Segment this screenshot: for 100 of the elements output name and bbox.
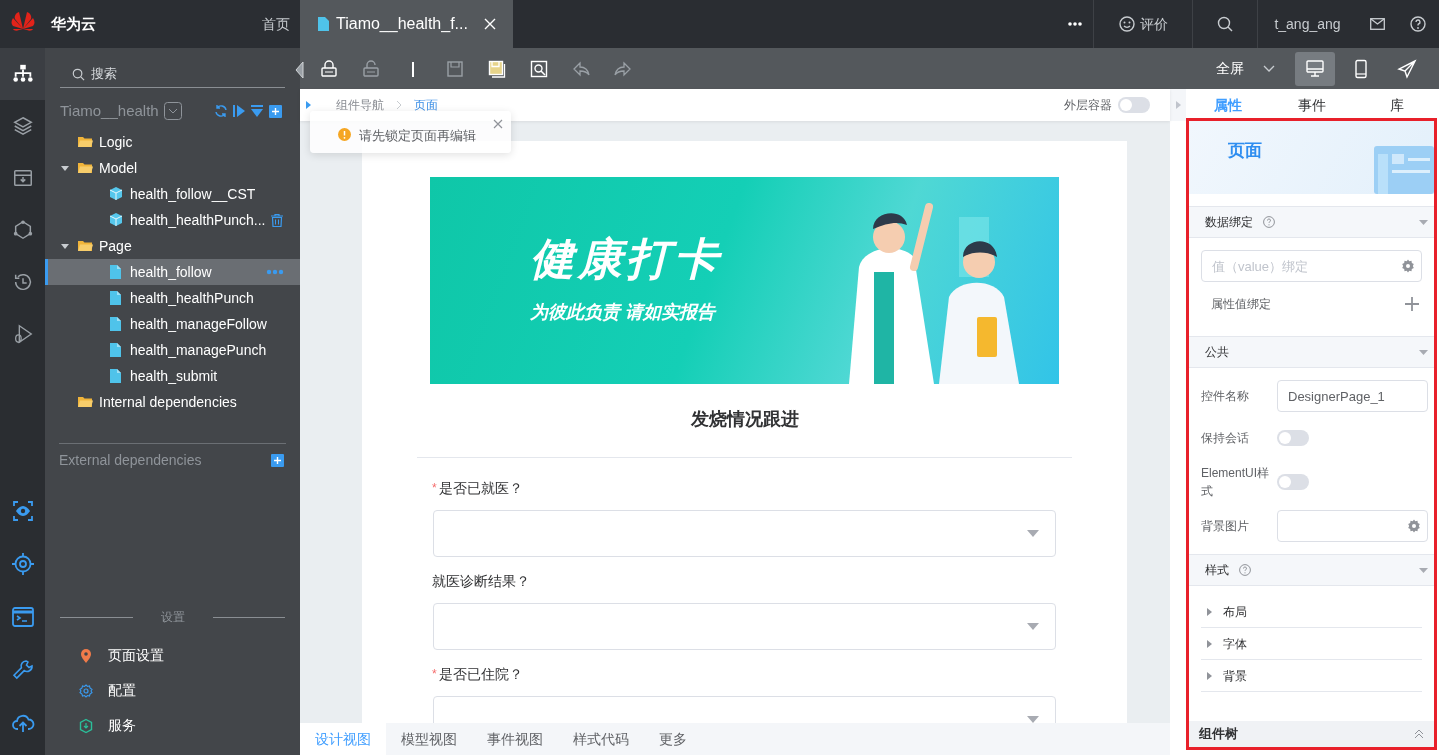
sitemap-icon	[11, 63, 34, 85]
target-icon	[10, 551, 35, 576]
view-tab[interactable]: 事件视图	[472, 723, 558, 755]
toggle-switch[interactable]	[1277, 474, 1309, 490]
settings-icon[interactable]	[1407, 519, 1421, 533]
zoom-dropdown[interactable]: 全屏	[1216, 58, 1275, 79]
smiley-icon	[1118, 16, 1135, 32]
breadcrumb-item[interactable]: 组件导航	[336, 96, 384, 114]
settings-icon	[79, 682, 93, 699]
section-header[interactable]: 样式	[1189, 554, 1434, 586]
collapsible-group[interactable]: 字体	[1201, 628, 1422, 660]
more-icon[interactable]	[1068, 22, 1082, 26]
section-header[interactable]: 公共	[1189, 336, 1434, 368]
preview-icon[interactable]	[530, 59, 548, 78]
caret-right-icon[interactable]	[306, 101, 312, 109]
trash-icon[interactable]	[271, 213, 283, 227]
collapsible-group[interactable]: 背景	[1201, 660, 1422, 692]
mail-icon[interactable]	[1369, 18, 1385, 30]
tree-item[interactable]: Model	[45, 155, 300, 181]
component-tree-header[interactable]: 组件树	[1189, 721, 1434, 747]
required-asterisk: *	[432, 666, 437, 683]
collapsible-group[interactable]: 布局	[1201, 596, 1422, 628]
caret-right-icon	[1207, 607, 1212, 616]
breadcrumb-item[interactable]: 页面	[414, 96, 438, 114]
add-icon[interactable]	[269, 104, 282, 118]
tree-item[interactable]: Internal dependencies	[45, 389, 300, 415]
double-chevron-up-icon	[1414, 729, 1424, 739]
user-name-link[interactable]: t_ang_ang	[1274, 13, 1341, 35]
select-field[interactable]	[433, 510, 1056, 557]
caret-right-icon	[1207, 639, 1212, 648]
cube-icon	[108, 186, 124, 202]
view-tab[interactable]: 更多	[644, 723, 702, 755]
tree-item[interactable]: health_follow	[45, 259, 300, 285]
paper-plane-icon	[1397, 58, 1417, 79]
eye-icon	[10, 498, 35, 523]
chevron-right-icon	[396, 100, 402, 110]
caret-down-icon[interactable]	[61, 164, 69, 172]
settings-link[interactable]: 页面设置	[79, 638, 300, 673]
folder-icon	[77, 160, 93, 176]
text-input[interactable]: DesignerPage_1	[1277, 380, 1428, 412]
component-type-title: 页面	[1228, 139, 1262, 162]
external-dependencies-label: External dependencies	[59, 451, 202, 470]
tree-item[interactable]: health_healthPunch	[45, 285, 300, 311]
home-link[interactable]: 首页	[262, 13, 290, 35]
dropdown-icon[interactable]	[163, 102, 182, 120]
value-binding-field[interactable]: 值（value）绑定	[1201, 250, 1422, 282]
location-pin-icon	[79, 647, 93, 664]
property-label: 控件名称	[1201, 388, 1250, 405]
document-icon	[108, 342, 124, 358]
document-icon	[108, 290, 124, 306]
tree-item[interactable]: Page	[45, 233, 300, 259]
brand-name: 华为云	[51, 13, 96, 34]
monitor-icon	[1305, 58, 1325, 79]
banner-subtitle: 为彼此负责 请如实报告	[530, 301, 718, 325]
play-icon[interactable]	[232, 104, 246, 118]
caret-right-icon	[1207, 671, 1212, 680]
settings-link[interactable]: 服务	[79, 708, 300, 743]
panel-tab[interactable]: 库	[1354, 94, 1439, 116]
tree-item[interactable]: health_healthPunch...	[45, 207, 300, 233]
caret-down-icon[interactable]	[61, 242, 69, 250]
collapse-all-icon[interactable]	[250, 104, 264, 118]
editor-tab[interactable]: Tiamo__health_f...	[300, 0, 513, 48]
caret-down-icon	[1419, 219, 1428, 225]
view-tab[interactable]: 模型视图	[386, 723, 472, 755]
help-icon[interactable]	[1410, 16, 1426, 32]
warning-icon	[338, 128, 351, 141]
help-icon	[1263, 216, 1275, 228]
folder-icon	[77, 134, 93, 150]
toggle-switch[interactable]	[1277, 430, 1309, 446]
view-tab[interactable]: 样式代码	[558, 723, 644, 755]
required-asterisk: *	[432, 480, 437, 497]
settings-icon[interactable]	[1401, 259, 1415, 273]
search-icon	[1217, 16, 1233, 32]
lock-icon[interactable]	[320, 59, 338, 78]
caret-down-icon	[1027, 530, 1039, 537]
search-field[interactable]: 搜索	[60, 60, 285, 88]
image-picker-field[interactable]	[1277, 510, 1428, 542]
folder-icon	[77, 238, 93, 254]
document-icon	[108, 368, 124, 384]
section-header[interactable]: 数据绑定	[1189, 206, 1434, 238]
refresh-icon[interactable]	[214, 104, 228, 118]
outer-container-switch[interactable]	[1118, 97, 1150, 113]
property-label: 保持会话	[1201, 430, 1250, 447]
help-icon	[1239, 564, 1251, 576]
close-icon[interactable]	[493, 119, 503, 129]
attribute-binding-label: 属性值绑定	[1211, 296, 1271, 313]
select-field[interactable]	[433, 603, 1056, 650]
tree-item[interactable]: Logic	[45, 129, 300, 155]
tree-item[interactable]: health_follow__CST	[45, 181, 300, 207]
collapse-arrow-icon[interactable]	[294, 60, 304, 80]
tree-item[interactable]: health_managePunch	[45, 337, 300, 363]
tree-item[interactable]: health_manageFollow	[45, 311, 300, 337]
device-toggle[interactable]	[1295, 51, 1335, 86]
banner-title: 健康打卡	[530, 234, 723, 284]
settings-link[interactable]: 配置	[79, 673, 300, 708]
panel-tab[interactable]: 事件	[1270, 94, 1355, 116]
tree-item[interactable]: health_submit	[45, 363, 300, 389]
caret-down-icon	[1419, 349, 1428, 355]
save-all-icon[interactable]	[488, 59, 506, 78]
caret-down-icon	[1027, 623, 1039, 630]
